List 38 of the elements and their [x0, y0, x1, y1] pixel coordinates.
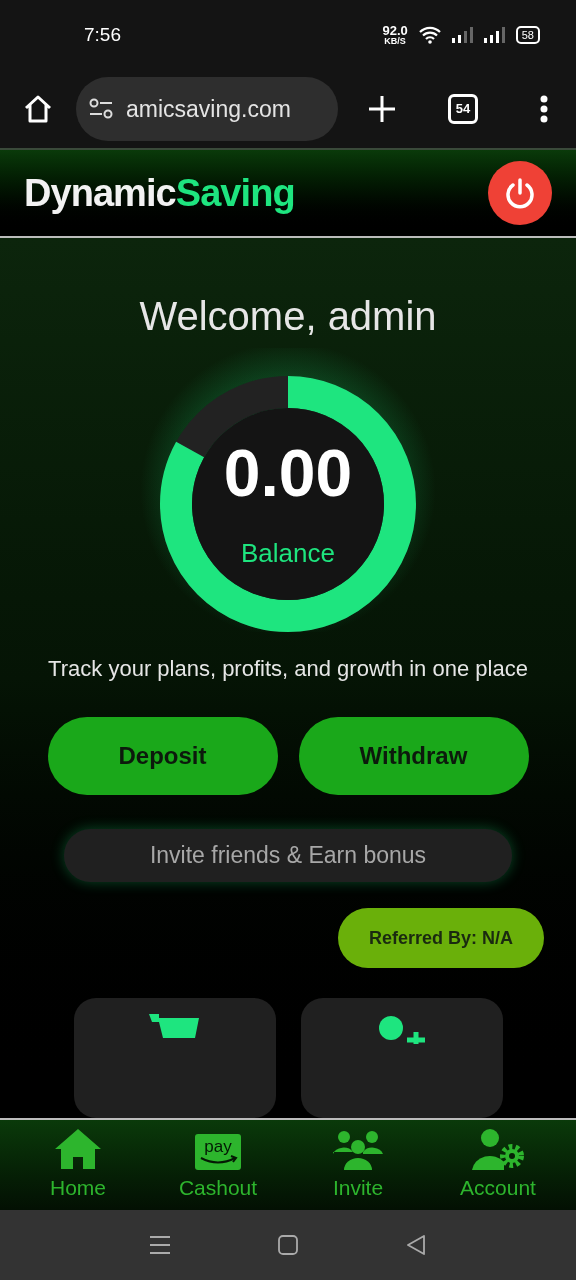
- welcome-heading: Welcome, admin: [139, 293, 437, 340]
- pay-icon: pay: [195, 1134, 241, 1171]
- site-settings-icon[interactable]: [88, 98, 114, 120]
- user-plus-icon: [376, 1014, 427, 1044]
- signal-icon: [451, 27, 474, 43]
- invite-banner[interactable]: Invite friends & Earn bonus: [64, 829, 512, 882]
- battery-indicator: 58: [515, 26, 540, 44]
- wifi-icon: [417, 26, 442, 44]
- feature-card[interactable]: [73, 998, 276, 1118]
- brand-logo: DynamicSaving: [24, 170, 295, 216]
- tagline: Track your plans, profits, and growth in one place: [48, 655, 528, 684]
- feature-card[interactable]: [300, 998, 503, 1118]
- nav-label[interactable]: Cashout: [178, 1172, 258, 1204]
- back-icon[interactable]: [406, 1235, 426, 1255]
- address-bar[interactable]: amicsaving.com: [76, 77, 338, 141]
- tab-count-button[interactable]: 54: [448, 94, 478, 124]
- balance-label: Balance: [241, 540, 335, 566]
- home-icon[interactable]: [22, 93, 54, 125]
- new-tab-icon[interactable]: [368, 95, 396, 123]
- recent-apps-icon[interactable]: [150, 1235, 170, 1255]
- nav-label[interactable]: Account: [460, 1172, 536, 1204]
- url-text: amicsaving.com: [126, 94, 291, 124]
- power-icon: [505, 177, 535, 209]
- withdraw-button[interactable]: Withdraw: [298, 717, 529, 796]
- menu-icon[interactable]: [540, 95, 548, 123]
- network-speed: 92.0 KB/S: [382, 24, 408, 46]
- status-time: 7:56: [84, 22, 121, 47]
- home-button-icon[interactable]: [278, 1235, 298, 1255]
- home-icon: [54, 1128, 102, 1171]
- balance-amount: 0.00: [223, 440, 353, 506]
- cart-icon: [148, 1014, 201, 1038]
- nav-label[interactable]: Home: [50, 1172, 106, 1204]
- users-icon: [332, 1130, 384, 1171]
- deposit-button[interactable]: Deposit: [47, 717, 278, 796]
- signal-icon: [483, 27, 506, 43]
- nav-label[interactable]: Invite: [332, 1172, 384, 1204]
- user-gear-icon: [472, 1128, 524, 1171]
- referred-by-button[interactable]: Referred By: N/A: [338, 908, 544, 968]
